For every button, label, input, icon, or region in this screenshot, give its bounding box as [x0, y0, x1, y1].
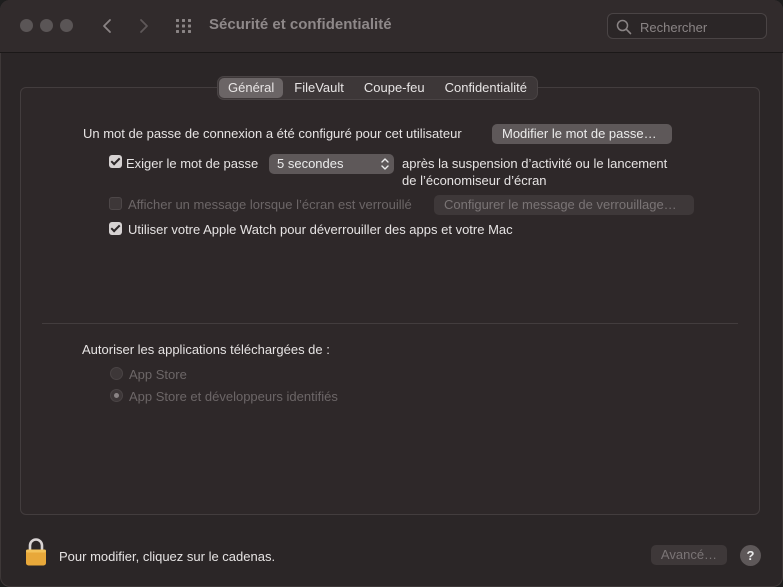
radio-app-store-identified[interactable]: [110, 389, 123, 402]
after-suspension-text-1: après la suspension d’activité ou le lan…: [402, 156, 668, 171]
lock-instruction-text: Pour modifier, cliquez sur le cadenas.: [59, 549, 276, 564]
radio-app-store[interactable]: [110, 367, 123, 380]
after-suspension-text-2: de l’économiseur d’écran: [402, 173, 547, 188]
password-delay-popup[interactable]: 5 secondes: [269, 154, 394, 174]
zoom-window-button[interactable]: [60, 19, 73, 32]
lock-message-label: Afficher un message lorsque l’écran est …: [128, 197, 412, 212]
chevron-left-icon: [103, 19, 111, 33]
search-field[interactable]: [607, 13, 767, 39]
back-button[interactable]: [95, 13, 119, 39]
radio-app-store-identified-label: App Store et développeurs identifiés: [129, 389, 338, 404]
search-icon: [616, 19, 632, 35]
help-button[interactable]: ?: [740, 545, 761, 566]
lock-icon[interactable]: [24, 537, 48, 567]
password-delay-value: 5 secondes: [277, 156, 344, 171]
require-password-label: Exiger le mot de passe: [126, 156, 259, 171]
apple-watch-checkbox[interactable]: [109, 222, 122, 235]
general-panel: [20, 87, 760, 515]
advanced-button[interactable]: Avancé…: [651, 545, 727, 565]
tab-bar: Général FileVault Coupe-feu Confidential…: [218, 77, 537, 99]
allow-apps-heading: Autoriser les applications téléchargées …: [82, 342, 330, 357]
change-password-button[interactable]: Modifier le mot de passe…: [492, 124, 672, 144]
preferences-window: Sécurité et confidentialité Général File…: [0, 0, 783, 587]
forward-button[interactable]: [132, 13, 156, 39]
lock-message-checkbox[interactable]: [109, 197, 122, 210]
grid-icon[interactable]: [174, 16, 194, 36]
search-input[interactable]: [638, 17, 766, 37]
configure-lock-message-button[interactable]: Configurer le message de verrouillage…: [434, 195, 694, 215]
section-divider: [42, 323, 738, 324]
chevron-updown-icon: [381, 158, 389, 170]
radio-app-store-label: App Store: [129, 367, 187, 382]
tab-filevault[interactable]: FileVault: [284, 77, 354, 99]
tab-general[interactable]: Général: [219, 78, 284, 98]
password-set-text: Un mot de passe de connexion a été confi…: [83, 126, 462, 141]
chevron-right-icon: [140, 19, 148, 33]
minimize-window-button[interactable]: [40, 19, 53, 32]
close-window-button[interactable]: [20, 19, 33, 32]
tab-firewall[interactable]: Coupe-feu: [354, 77, 435, 99]
window-title: Sécurité et confidentialité: [209, 16, 392, 33]
titlebar: Sécurité et confidentialité: [0, 0, 783, 53]
apple-watch-label: Utiliser votre Apple Watch pour déverrou…: [128, 222, 513, 237]
tab-privacy[interactable]: Confidentialité: [435, 77, 537, 99]
require-password-checkbox[interactable]: [109, 155, 122, 168]
